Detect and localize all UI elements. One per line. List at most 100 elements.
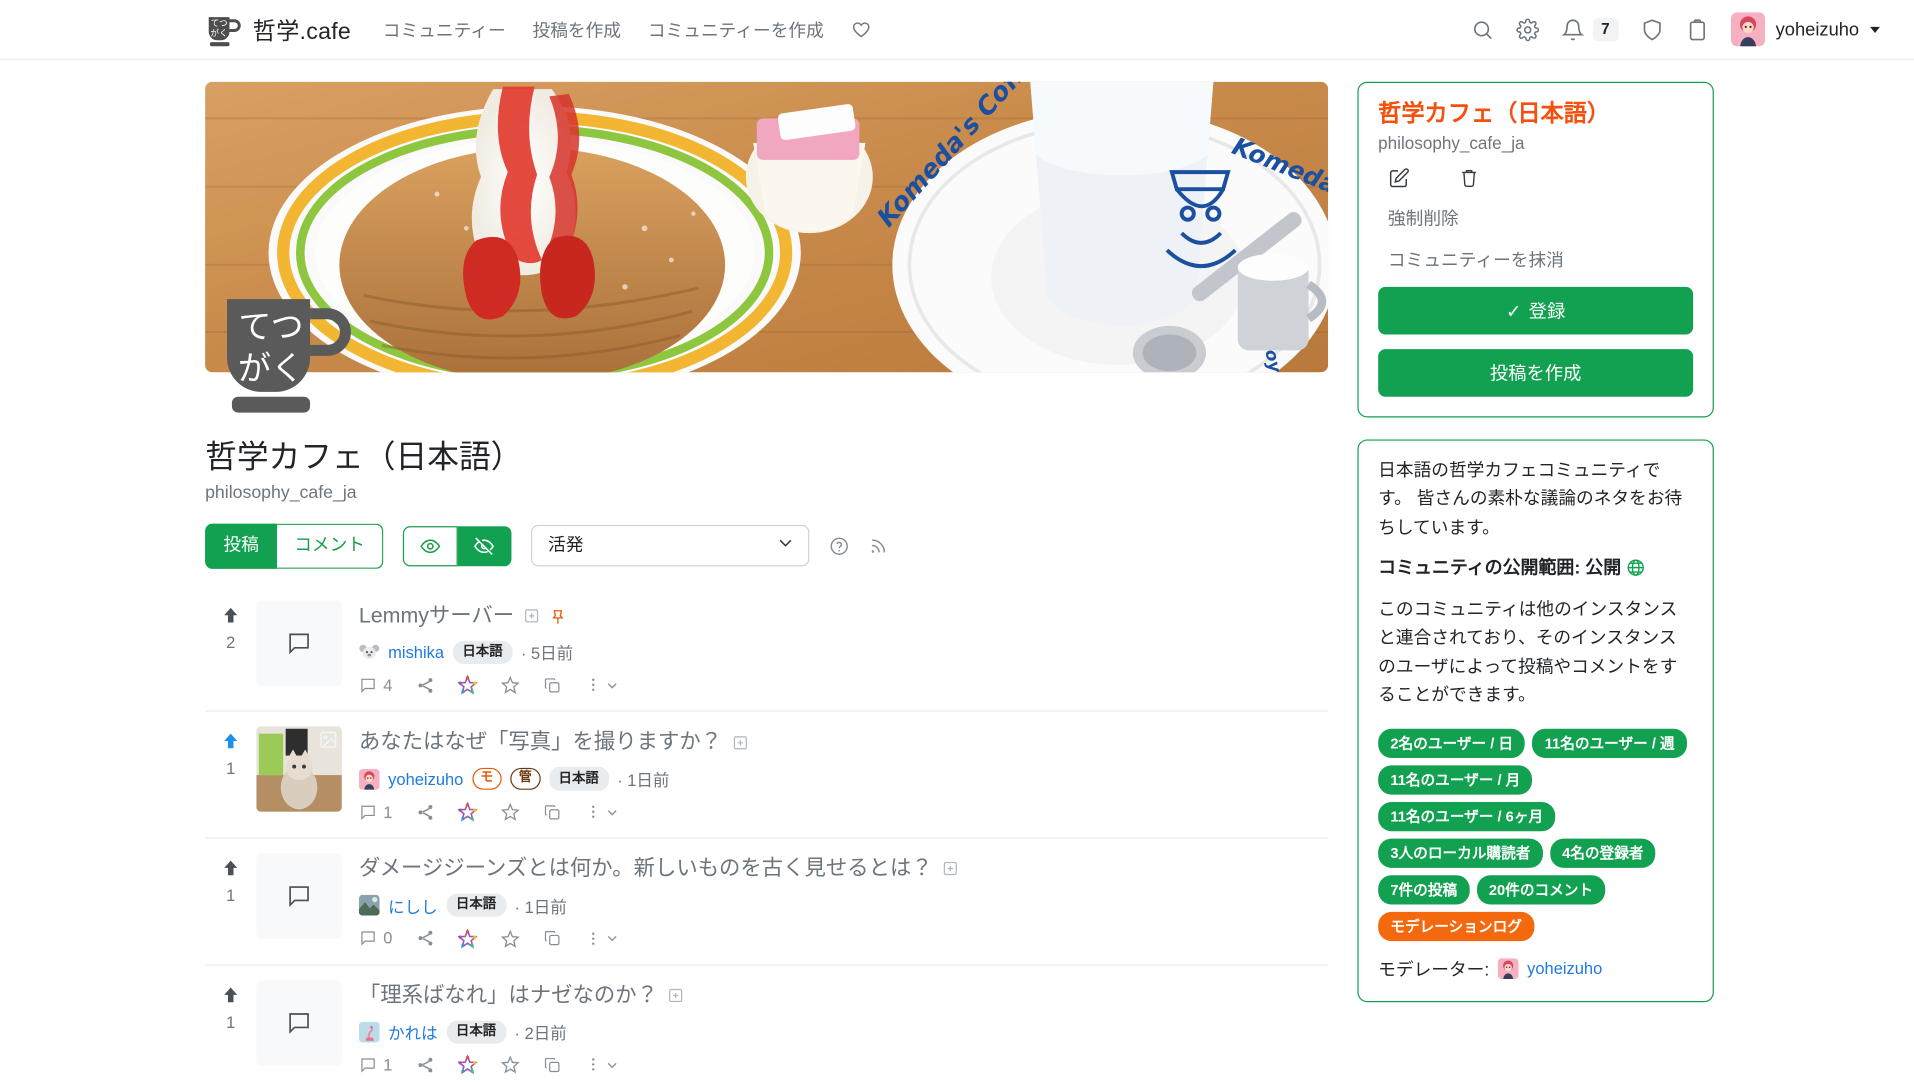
comment-count: 1 (383, 1055, 393, 1074)
crosspost-icon[interactable] (543, 1056, 561, 1074)
nav-create-post[interactable]: 投稿を作成 (533, 16, 622, 42)
nav-create-community[interactable]: コミュニティーを作成 (648, 16, 824, 42)
visibility-label: コミュニティの公開範囲: 公開 (1378, 559, 1622, 579)
share-icon[interactable] (416, 676, 434, 694)
tab-comments[interactable]: コメント (277, 523, 384, 569)
post-title-link[interactable]: 「理系ばなれ」はナゼなのか？ (359, 981, 658, 1010)
svg-text:てつ: てつ (211, 19, 228, 29)
moderator-link[interactable]: yoheizuho (1527, 959, 1602, 977)
upvote-icon[interactable] (221, 605, 241, 631)
eye-off-icon[interactable] (457, 525, 512, 567)
star-icon[interactable] (500, 676, 520, 696)
comment-icon[interactable]: 0 (359, 929, 392, 947)
post-author-link[interactable]: mishika (388, 643, 444, 661)
user-name: yoheizuho (1775, 18, 1860, 40)
post-title-link[interactable]: ダメージジーンズとは何か。新しいものを古く見せるとは？ (359, 855, 933, 884)
share-icon[interactable] (416, 1056, 434, 1074)
edit-square-icon[interactable] (1388, 167, 1410, 189)
globe-icon (1626, 559, 1646, 579)
post-title-link[interactable]: Lemmyサーバー (359, 602, 514, 631)
stat-posts[interactable]: 7件の投稿 (1378, 875, 1470, 905)
moderation-log-link[interactable]: モデレーションログ (1378, 911, 1535, 942)
tab-posts[interactable]: 投稿 (205, 523, 278, 569)
stat-local-subscribers[interactable]: 3人のローカル購読者 (1378, 838, 1543, 868)
purge-community-link[interactable]: コミュニティーを抹消 (1378, 246, 1693, 272)
post-meta: mishika 日本語 · 5日前 (358, 640, 1328, 665)
brand-home-link[interactable]: てつ がく 哲学.cafe (205, 11, 351, 48)
comment-icon[interactable]: 4 (359, 676, 393, 695)
svg-text:がく: がく (211, 27, 228, 39)
crosspost-icon[interactable] (543, 676, 561, 694)
comment-icon[interactable]: 1 (359, 803, 392, 821)
mod-icon-row (1378, 152, 1693, 189)
subscribe-button[interactable]: ✓ 登録 (1378, 286, 1694, 335)
fediverse-star-icon[interactable] (457, 1055, 477, 1075)
question-circle-icon[interactable] (829, 536, 850, 557)
eye-icon[interactable] (402, 525, 458, 567)
search-icon[interactable] (1471, 18, 1494, 41)
crosspost-icon[interactable] (543, 803, 561, 821)
comment-count: 4 (383, 676, 393, 695)
vote-column: 1 (205, 853, 256, 905)
expand-icon[interactable] (668, 988, 684, 1004)
fediverse-star-icon[interactable] (457, 928, 477, 949)
trash-icon[interactable] (1459, 167, 1480, 189)
stat-users-week[interactable]: 11名のユーザー / 週 (1532, 728, 1687, 758)
post-author-link[interactable]: にしし (388, 893, 437, 917)
vertical-dots-icon[interactable] (584, 930, 618, 947)
share-icon[interactable] (416, 929, 434, 947)
purge-link[interactable]: 強制削除 (1378, 205, 1693, 231)
rss-icon[interactable] (869, 537, 887, 555)
fediverse-star-icon[interactable] (457, 802, 477, 822)
heart-icon[interactable] (851, 19, 872, 40)
comment-icon[interactable]: 1 (359, 1055, 393, 1074)
table-row: 1 ダメージジーンズとは何か。新しいものを古く見せるとは？ にしし 日本語 · … (205, 839, 1329, 966)
post-title-link[interactable]: あなたはなぜ「写真」を撮りますか？ (359, 728, 722, 757)
stat-subscribers[interactable]: 4名の登録者 (1549, 838, 1656, 868)
community-description-1: 日本語の哲学カフェコミュニティです。 皆さんの素朴な議論のネタをお待ちしています… (1378, 461, 1683, 538)
post-actions: 0 (359, 928, 1328, 949)
sort-select[interactable]: 活発 (531, 525, 810, 567)
gear-icon[interactable] (1515, 17, 1539, 41)
notifications[interactable]: 7 (1561, 17, 1619, 41)
fediverse-star-icon[interactable] (457, 675, 477, 696)
create-post-button[interactable]: 投稿を作成 (1378, 348, 1694, 397)
upvote-icon[interactable] (221, 732, 241, 758)
shield-icon[interactable] (1640, 18, 1663, 41)
user-menu[interactable]: yoheizuho (1730, 12, 1880, 47)
post-body: Lemmyサーバー mishika 日本語 · 5日前 4 (358, 600, 1328, 696)
vertical-dots-icon[interactable] (584, 677, 618, 694)
post-timestamp: · 2日前 (514, 1024, 567, 1043)
community-info-card: 日本語の哲学カフェコミュニティです。 皆さんの素朴な議論のネタをお待ちしています… (1357, 439, 1714, 1003)
stat-comments[interactable]: 20件のコメント (1476, 875, 1606, 905)
post-meta: にしし 日本語 · 1日前 (358, 893, 1328, 918)
comment-placeholder-icon[interactable] (256, 600, 342, 686)
clipboard-icon[interactable] (1685, 18, 1708, 41)
nav-communities[interactable]: コミュニティー (383, 16, 506, 42)
post-author-link[interactable]: かれは (388, 1020, 437, 1044)
stat-users-halfyear[interactable]: 11名のユーザー / 6ヶ月 (1378, 801, 1556, 832)
vertical-dots-icon[interactable] (584, 1056, 618, 1073)
comment-placeholder-icon[interactable] (256, 979, 342, 1066)
star-icon[interactable] (500, 1055, 520, 1075)
expand-icon[interactable] (524, 608, 540, 624)
crosspost-icon[interactable] (543, 929, 561, 947)
thumbnail-column (256, 600, 342, 686)
star-icon[interactable] (500, 929, 520, 949)
comment-placeholder-icon[interactable] (256, 853, 342, 939)
star-icon[interactable] (500, 802, 520, 822)
avatar-anime-girl (358, 768, 380, 790)
upvote-icon[interactable] (221, 858, 241, 884)
expand-icon[interactable] (732, 735, 748, 751)
language-badge: 日本語 (446, 1019, 506, 1044)
post-list: 2 Lemmyサーバー mishika 日本語 · 5日前 4 1 あなたはなぜ… (205, 586, 1329, 1083)
post-author-link[interactable]: yoheizuho (388, 770, 463, 788)
bell-icon[interactable] (1561, 18, 1584, 41)
stat-users-day[interactable]: 2名のユーザー / 日 (1378, 728, 1526, 758)
avatar-landscape (358, 895, 380, 916)
share-icon[interactable] (416, 803, 434, 821)
expand-icon[interactable] (942, 861, 958, 877)
upvote-icon[interactable] (221, 985, 241, 1011)
vertical-dots-icon[interactable] (584, 803, 618, 820)
stat-users-month[interactable]: 11名のユーザー / 月 (1378, 765, 1533, 795)
